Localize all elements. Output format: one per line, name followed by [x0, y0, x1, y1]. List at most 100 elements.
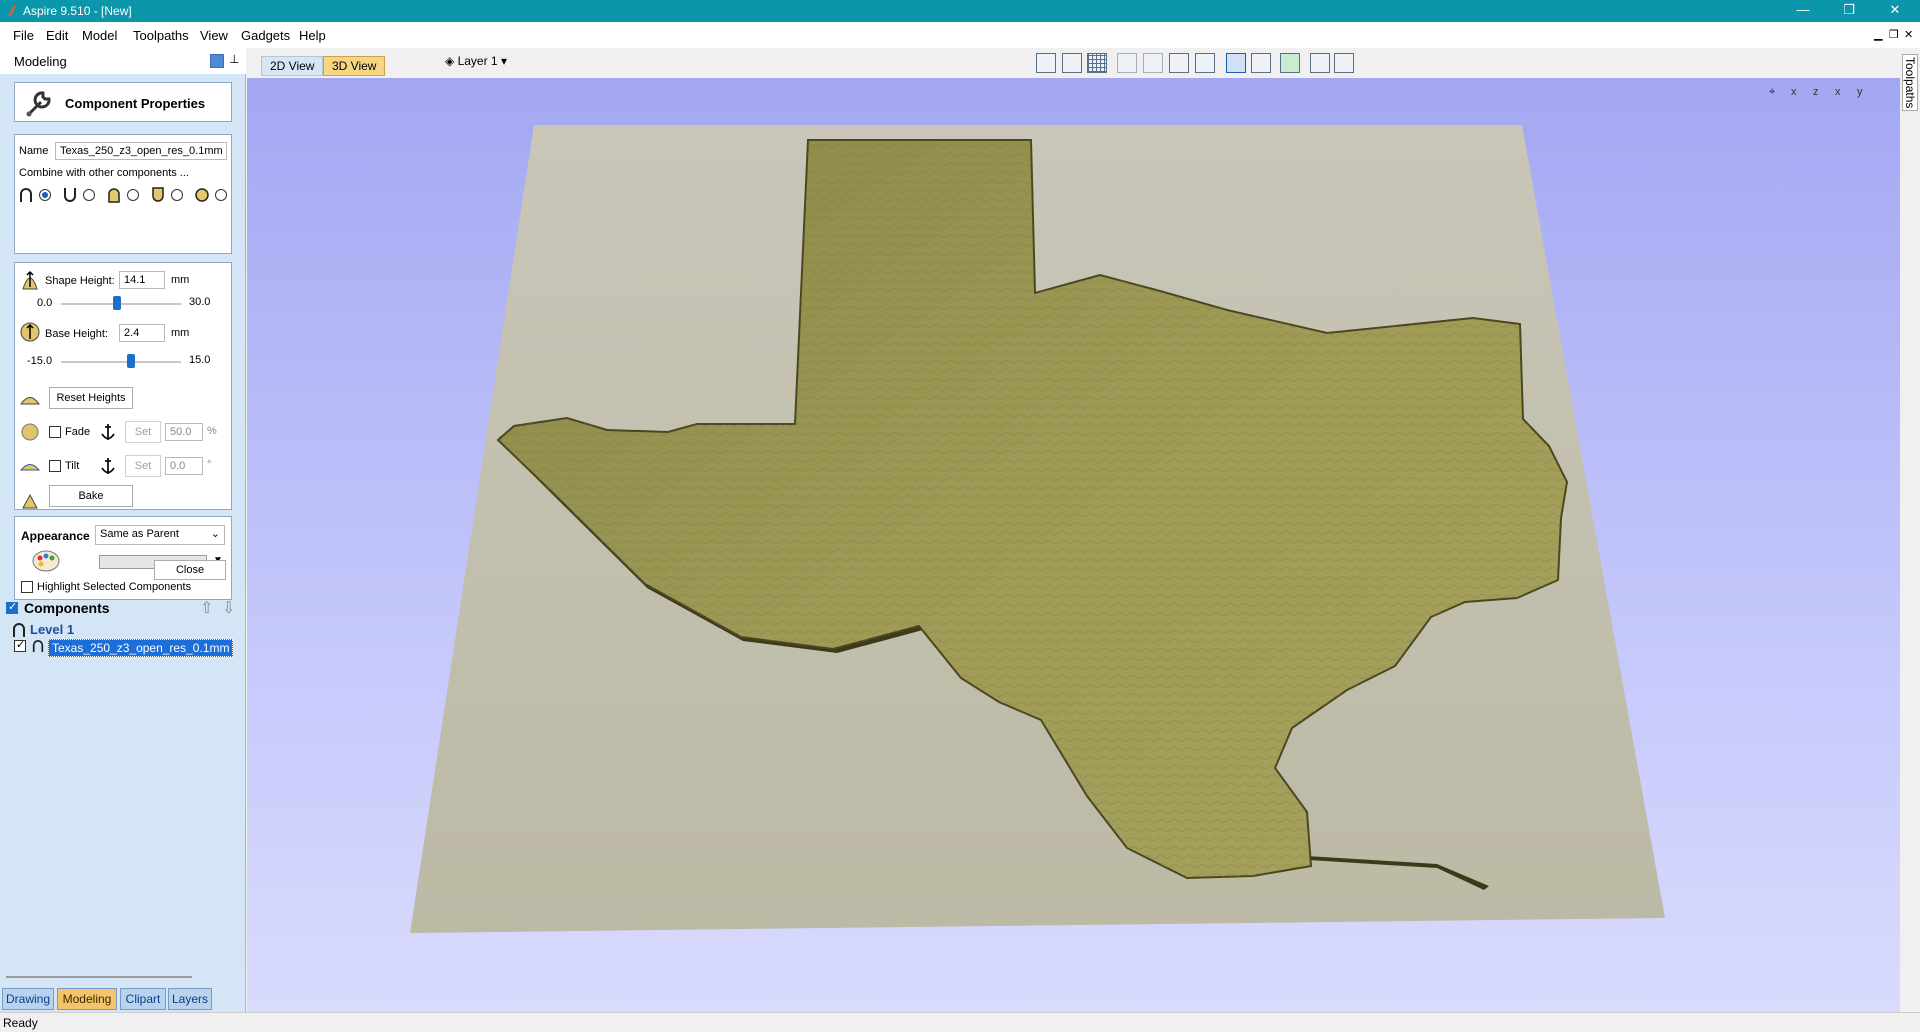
- close-button[interactable]: Close: [154, 560, 226, 580]
- tab-clipart[interactable]: Clipart: [120, 988, 166, 1010]
- axis-z-icon[interactable]: z: [1813, 86, 1833, 104]
- menu-model[interactable]: Model: [82, 28, 117, 43]
- tab-3d-view[interactable]: 3D View: [323, 56, 386, 76]
- shape-height-slider-thumb[interactable]: [113, 296, 122, 310]
- tilt-label: Tilt: [65, 460, 80, 472]
- close-window-button[interactable]: ✕: [1872, 0, 1918, 22]
- chevron-down-icon: ⌄: [210, 528, 220, 540]
- zoom-in-icon[interactable]: [1169, 53, 1189, 73]
- add-mode-icon: [20, 188, 32, 202]
- mdi-restore-button[interactable]: ❐: [1889, 28, 1899, 41]
- component-properties-title: Component Properties: [65, 96, 206, 111]
- component-visible-checkbox[interactable]: [14, 638, 26, 652]
- tab-layers[interactable]: Layers: [168, 988, 212, 1010]
- panel-scrollbar[interactable]: [6, 976, 192, 978]
- appearance-box: Appearance Same as Parent ⌄ ▼ Highlight …: [14, 516, 232, 600]
- tilt-unit: °: [207, 459, 212, 471]
- palette-icon[interactable]: [31, 549, 61, 573]
- zoom-box-icon[interactable]: [1062, 53, 1082, 73]
- combine-other-radio[interactable]: [215, 189, 227, 201]
- component-tree-item[interactable]: Texas_250_z3_open_res_0.1mm: [48, 639, 234, 657]
- merge-mode-icon: [108, 188, 120, 203]
- menu-help[interactable]: Help: [299, 28, 326, 43]
- layer-name: Layer 1: [457, 54, 498, 68]
- maximize-button[interactable]: ❐: [1826, 0, 1872, 22]
- base-height-field[interactable]: [119, 324, 165, 342]
- name-combine-box: Name Combine with other components ...: [14, 134, 232, 254]
- menu-gadgets[interactable]: Gadgets: [241, 28, 290, 43]
- axis-y-icon[interactable]: y: [1857, 86, 1877, 104]
- base-height-min: -15.0: [27, 355, 53, 367]
- grid-icon[interactable]: [1087, 53, 1107, 73]
- highlight-selected-label: Highlight Selected Components: [37, 581, 192, 593]
- pin-icon[interactable]: ⊥: [229, 52, 239, 66]
- subtract-mode-icon: [64, 188, 76, 202]
- fade-anchor-icon[interactable]: [97, 421, 119, 443]
- base-height-slider-thumb[interactable]: [126, 354, 135, 368]
- menu-toolpaths[interactable]: Toolpaths: [133, 28, 189, 43]
- view-mode-icon[interactable]: [1226, 53, 1246, 73]
- axis-x-icon[interactable]: x: [1791, 86, 1811, 104]
- tilt-anchor-icon[interactable]: [97, 455, 119, 477]
- combine-add-radio[interactable]: [39, 189, 51, 201]
- combine-merge-radio[interactable]: [127, 189, 139, 201]
- mdi-minimize-button[interactable]: ▁: [1874, 28, 1882, 41]
- layer-icon: ◈: [445, 54, 458, 68]
- move-up-icon[interactable]: ⇧: [200, 598, 213, 618]
- fade-label: Fade: [65, 426, 91, 438]
- fade-checkbox[interactable]: [49, 426, 61, 438]
- base-height-slider[interactable]: [61, 361, 181, 363]
- appearance-label: Appearance: [21, 529, 90, 543]
- appearance-dropdown[interactable]: Same as Parent ⌄: [95, 525, 225, 545]
- fade-value-field[interactable]: [165, 423, 203, 441]
- 3d-viewport[interactable]: ⌖ x z x y: [247, 78, 1900, 1012]
- shading-icon[interactable]: [1280, 53, 1300, 73]
- bake-icon: [22, 493, 38, 509]
- title-bar: Aspire 9.510 - [New] — ❐ ✕: [0, 0, 1920, 22]
- axis-x2-icon[interactable]: x: [1835, 86, 1855, 104]
- pan-icon[interactable]: [1117, 53, 1137, 73]
- tab-modeling[interactable]: Modeling: [57, 988, 117, 1010]
- window-title: Aspire 9.510 - [New]: [23, 4, 132, 18]
- highlight-selected-checkbox[interactable]: [21, 581, 33, 593]
- status-text: Ready: [3, 1016, 38, 1030]
- reset-heights-button[interactable]: Reset Heights: [49, 387, 133, 409]
- minimize-button[interactable]: —: [1780, 0, 1826, 22]
- shape-height-min: 0.0: [37, 297, 53, 309]
- fit-view-icon[interactable]: [1036, 53, 1056, 73]
- fade-icon: [21, 423, 39, 441]
- multiply-mode-icon: [152, 187, 164, 202]
- menu-file[interactable]: File: [13, 28, 34, 43]
- components-visible-checkbox[interactable]: [6, 600, 18, 614]
- split-horizontal-icon[interactable]: [1310, 53, 1330, 73]
- toolpath-preview-icon[interactable]: [1251, 53, 1271, 73]
- zoom-icon[interactable]: [1143, 53, 1163, 73]
- fade-set-button[interactable]: Set: [125, 421, 161, 443]
- tilt-value-field[interactable]: [165, 457, 203, 475]
- menu-edit[interactable]: Edit: [46, 28, 68, 43]
- tab-2d-view[interactable]: 2D View: [261, 56, 324, 76]
- tilt-checkbox[interactable]: [49, 460, 61, 472]
- tree-level-1[interactable]: Level 1: [30, 622, 74, 637]
- shape-height-field[interactable]: [119, 271, 165, 289]
- tilt-set-button[interactable]: Set: [125, 455, 161, 477]
- combine-multiply-radio[interactable]: [171, 189, 183, 201]
- name-field[interactable]: [55, 142, 227, 160]
- toolpaths-tab[interactable]: Toolpaths: [1902, 54, 1918, 112]
- panel-dock-icon[interactable]: [210, 54, 224, 68]
- view-toolbar: 2D View 3D View ◈ Layer 1 ▾: [247, 48, 1900, 78]
- tab-drawing[interactable]: Drawing: [2, 988, 54, 1010]
- component-properties-header: Component Properties: [14, 82, 232, 122]
- move-down-icon[interactable]: ⇩: [222, 598, 235, 618]
- menu-bar: File Edit Model Toolpaths View Gadgets H…: [0, 22, 1920, 48]
- menu-view[interactable]: View: [200, 28, 228, 43]
- split-vertical-icon[interactable]: [1334, 53, 1354, 73]
- mdi-close-button[interactable]: ✕: [1904, 28, 1913, 41]
- shape-height-icon: [22, 270, 38, 290]
- zoom-out-icon[interactable]: [1195, 53, 1215, 73]
- layer-selector[interactable]: ◈ Layer 1 ▾: [445, 54, 507, 68]
- base-height-max: 15.0: [189, 354, 211, 366]
- axis-fit-icon[interactable]: ⌖: [1769, 86, 1789, 104]
- bake-button[interactable]: Bake: [49, 485, 133, 507]
- combine-subtract-radio[interactable]: [83, 189, 95, 201]
